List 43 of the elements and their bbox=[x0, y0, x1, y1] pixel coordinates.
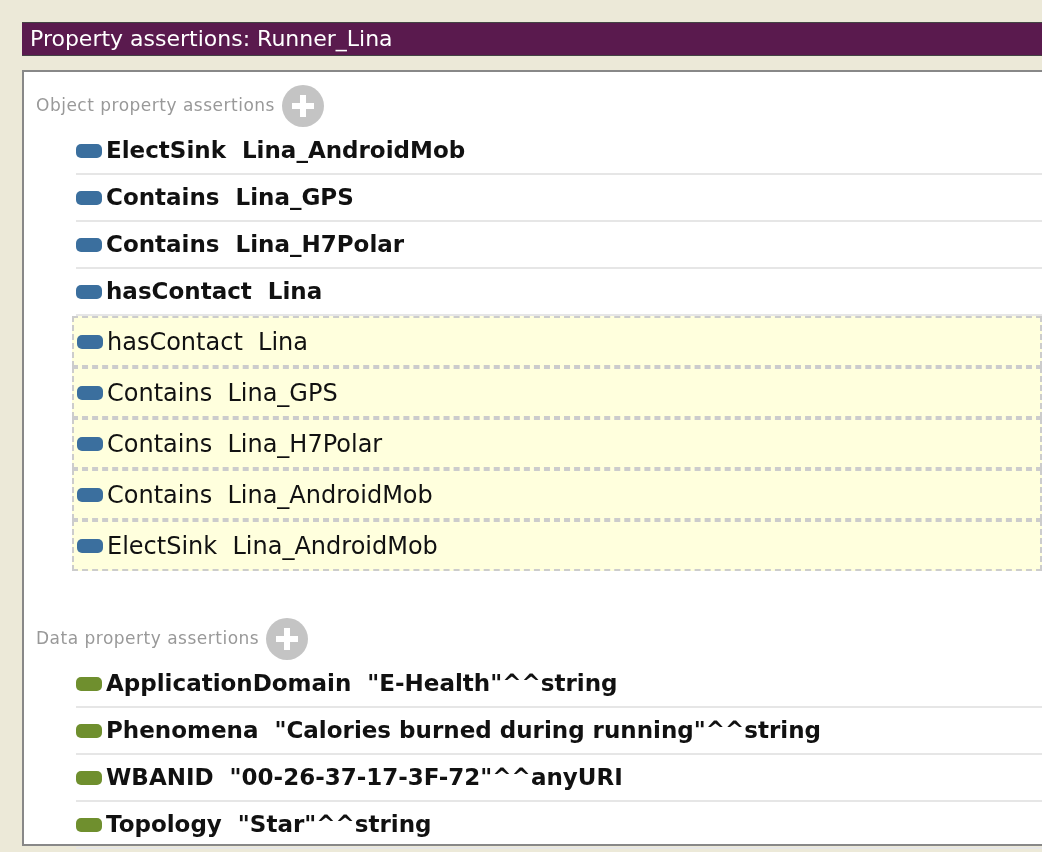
object-property-icon bbox=[77, 436, 103, 451]
assertion-text: Contains Lina_AndroidMob bbox=[107, 479, 433, 511]
assertion-row[interactable]: ElectSink Lina_AndroidMob bbox=[76, 128, 1042, 175]
assertion-text: WBANID "00-26-37-17-3F-72"^^anyURI bbox=[106, 763, 623, 793]
object-property-icon bbox=[77, 385, 103, 400]
object-property-icon bbox=[77, 487, 103, 502]
assertion-text: hasContact Lina bbox=[107, 326, 308, 358]
assertion-text: Contains Lina_GPS bbox=[106, 183, 354, 213]
section-heading: Object property assertions bbox=[36, 94, 275, 118]
object-property-icon bbox=[77, 334, 103, 349]
inferred-assertion-row[interactable]: ElectSink Lina_AndroidMob bbox=[72, 520, 1042, 571]
object-property-icon bbox=[76, 284, 102, 299]
inferred-assertion-row[interactable]: Contains Lina_H7Polar bbox=[72, 418, 1042, 469]
assertion-text: hasContact Lina bbox=[106, 277, 323, 307]
assertion-text: ElectSink Lina_AndroidMob bbox=[107, 530, 438, 562]
assertion-text: Contains Lina_GPS bbox=[107, 377, 338, 409]
assertion-row[interactable]: Phenomena "Calories burned during running"^^string bbox=[76, 708, 1042, 755]
assertion-text: Topology "Star"^^string bbox=[106, 810, 432, 840]
assertion-row[interactable]: Contains Lina_GPS bbox=[76, 175, 1042, 222]
assertion-row[interactable]: Contains Lina_H7Polar bbox=[76, 222, 1042, 269]
data-property-icon bbox=[76, 676, 102, 691]
inferred-assertion-row[interactable]: Contains Lina_GPS bbox=[72, 367, 1042, 418]
inferred-assertion-row[interactable]: hasContact Lina bbox=[72, 316, 1042, 367]
object-property-icon bbox=[76, 190, 102, 205]
data-property-icon bbox=[76, 723, 102, 738]
assertion-row[interactable]: Topology "Star"^^string bbox=[76, 802, 1042, 849]
object-property-icon bbox=[76, 237, 102, 252]
section-heading: Data property assertions bbox=[36, 627, 260, 651]
assertion-text: ElectSink Lina_AndroidMob bbox=[106, 136, 466, 166]
data-property-icon bbox=[76, 817, 102, 832]
add-icon[interactable] bbox=[265, 617, 310, 661]
panel-title: Property assertions: Runner_Lina bbox=[22, 22, 1042, 56]
assertion-text: Phenomena "Calories burned during running"^^string bbox=[106, 716, 822, 746]
assertion-row[interactable]: ApplicationDomain "E-Health"^^string bbox=[76, 661, 1042, 708]
object-property-icon bbox=[76, 143, 102, 158]
add-icon[interactable] bbox=[280, 84, 325, 128]
assertion-text: ApplicationDomain "E-Health"^^string bbox=[106, 669, 618, 699]
data-property-icon bbox=[76, 770, 102, 785]
assertion-text: Contains Lina_H7Polar bbox=[107, 428, 383, 460]
assertion-text: Contains Lina_H7Polar bbox=[106, 230, 405, 260]
assertion-row[interactable]: WBANID "00-26-37-17-3F-72"^^anyURI bbox=[76, 755, 1042, 802]
object-property-icon bbox=[77, 538, 103, 553]
inferred-assertion-row[interactable]: Contains Lina_AndroidMob bbox=[72, 469, 1042, 520]
